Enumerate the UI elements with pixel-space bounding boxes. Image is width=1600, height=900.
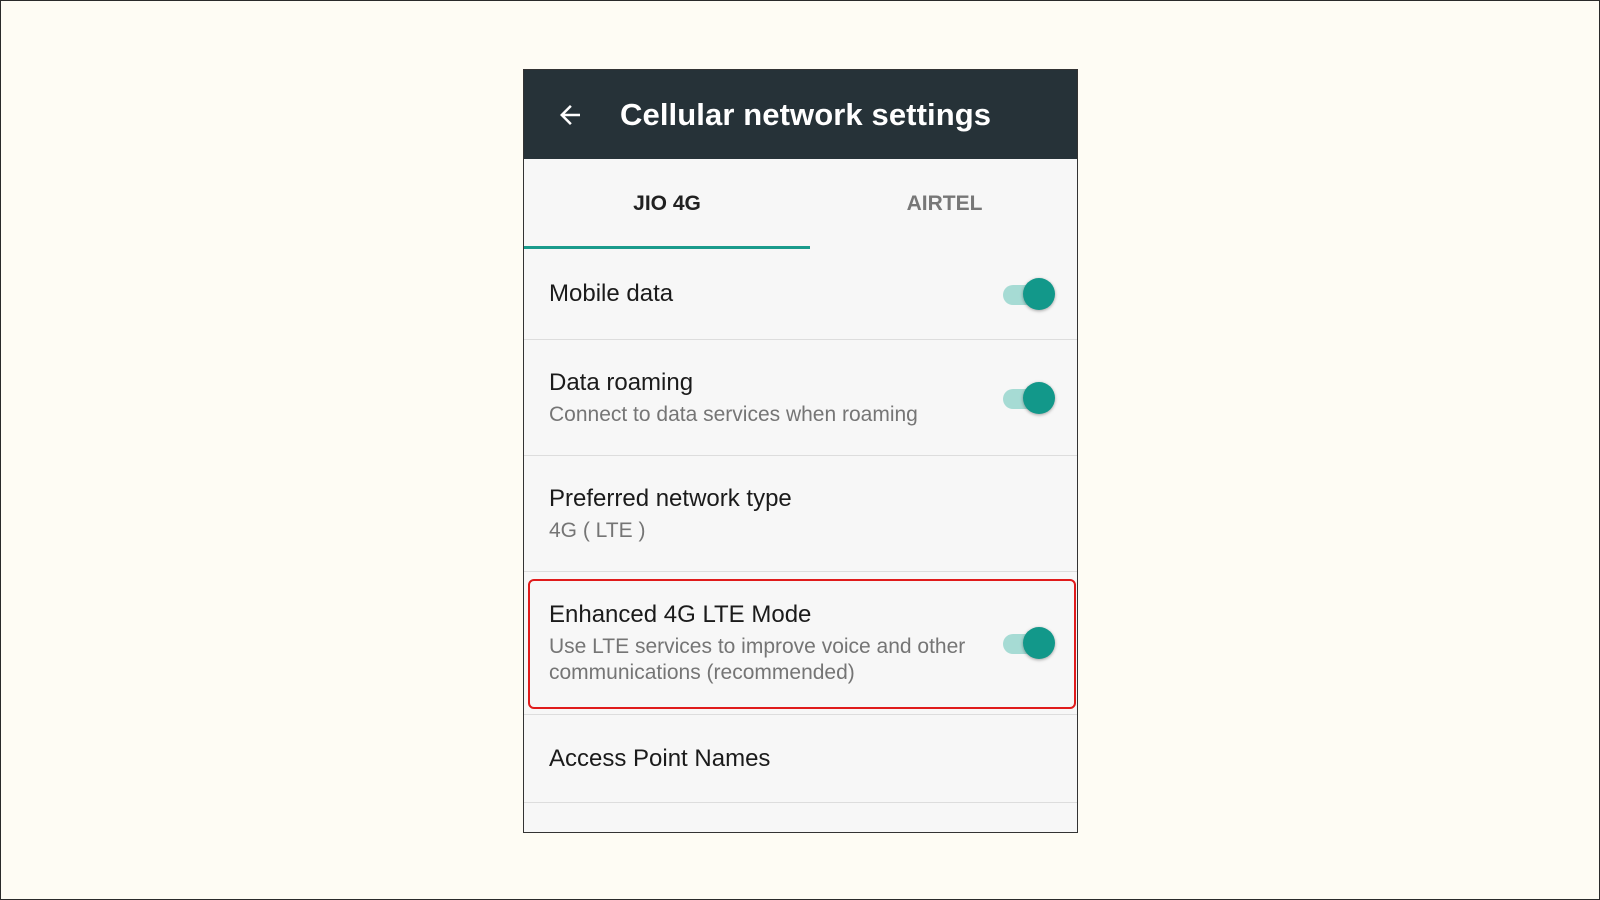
toggle-thumb [1023, 627, 1055, 659]
setting-subtitle: Connect to data services when roaming [549, 402, 918, 426]
app-bar: Cellular network settings [524, 70, 1077, 159]
phone-screen: Cellular network settings JIO 4G AIRTEL … [523, 69, 1078, 833]
data-roaming-toggle[interactable] [1003, 381, 1055, 415]
tab-airtel[interactable]: AIRTEL [810, 159, 1077, 249]
back-button[interactable] [550, 95, 590, 135]
setting-title: Preferred network type [549, 484, 792, 512]
tab-bar: JIO 4G AIRTEL [524, 159, 1077, 249]
setting-preferred-network-type[interactable]: Preferred network type 4G ( LTE ) [524, 456, 1077, 572]
enhanced-lte-toggle[interactable] [1003, 626, 1055, 660]
page-title: Cellular network settings [620, 96, 992, 132]
toggle-thumb [1023, 381, 1055, 414]
setting-subtitle: 4G ( LTE ) [549, 518, 646, 542]
setting-title: Access Point Names [549, 744, 771, 772]
setting-title: Mobile data [549, 280, 674, 307]
mobile-data-toggle[interactable] [1003, 277, 1055, 311]
setting-title: Data roaming [549, 368, 694, 396]
setting-data-roaming[interactable]: Data roaming Connect to data services wh… [524, 340, 1077, 456]
tab-jio-4g[interactable]: JIO 4G [524, 159, 810, 249]
toggle-thumb [1023, 278, 1055, 310]
setting-title: Enhanced 4G LTE Mode [549, 601, 812, 628]
setting-mobile-data[interactable]: Mobile data [524, 249, 1077, 340]
setting-access-point-names[interactable]: Access Point Names [524, 715, 1077, 803]
arrow-left-icon [560, 104, 580, 125]
setting-enhanced-4g-lte-mode[interactable]: Enhanced 4G LTE Mode Use LTE services to… [524, 572, 1077, 715]
setting-subtitle: Use LTE services to improve voice and ot… [549, 635, 966, 684]
